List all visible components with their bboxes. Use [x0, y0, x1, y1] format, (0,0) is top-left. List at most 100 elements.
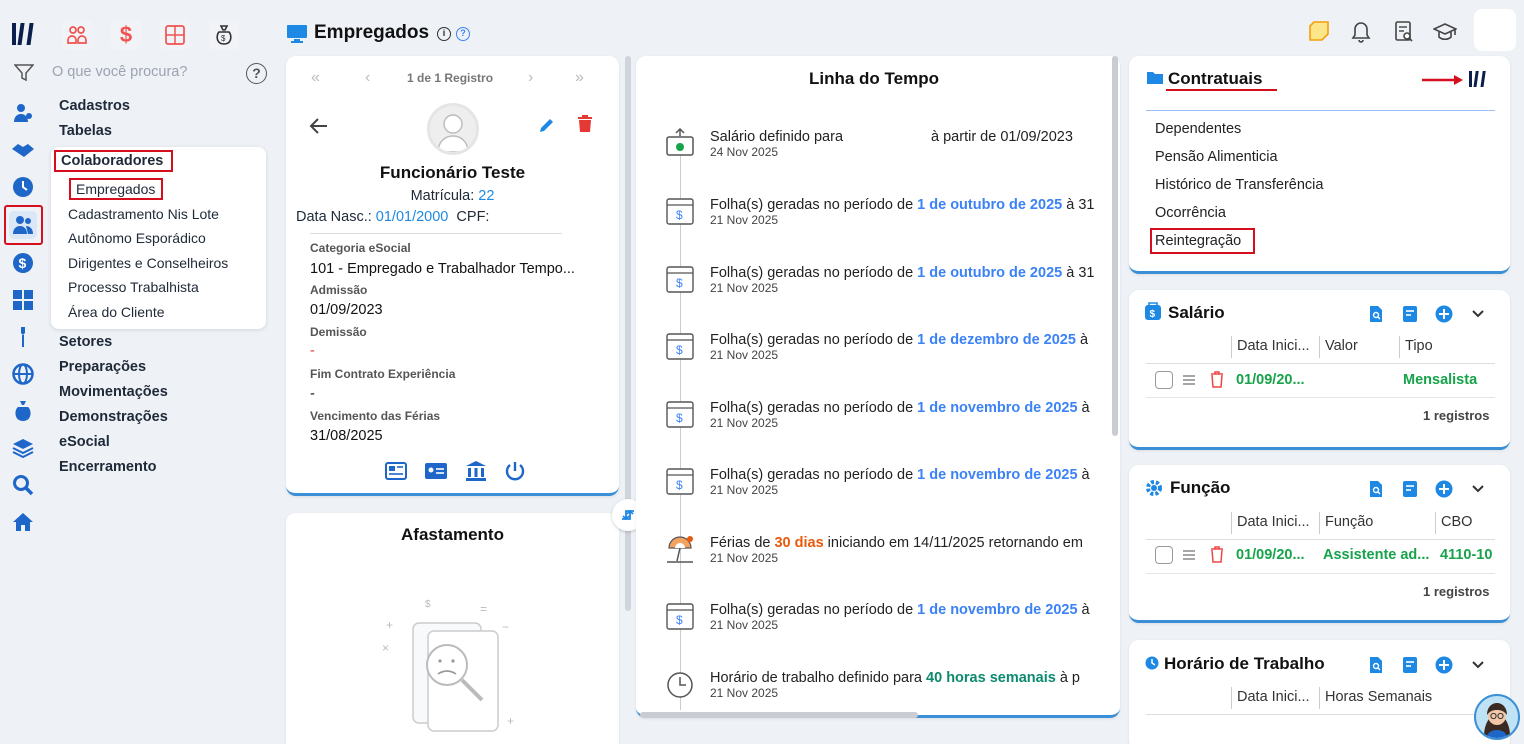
- payroll-document-icon: $: [665, 331, 695, 361]
- submenu-area-do-cliente[interactable]: Área do Cliente: [68, 304, 165, 320]
- timeline-item-text: Férias de 30 dias iniciando em 14/11/202…: [710, 535, 1110, 551]
- bank-icon[interactable]: [465, 460, 487, 482]
- power-icon[interactable]: [504, 460, 526, 482]
- salario-header-data[interactable]: Data Inici...: [1237, 338, 1310, 354]
- link-dependentes[interactable]: Dependentes: [1155, 121, 1241, 137]
- salario-collapse-chevron-icon[interactable]: [1468, 304, 1488, 324]
- last-page-button[interactable]: »: [575, 69, 584, 87]
- funcao-row-checkbox[interactable]: [1155, 546, 1173, 564]
- users-shortcut-icon[interactable]: [62, 20, 92, 50]
- tools-rail-icon[interactable]: [10, 324, 36, 350]
- layers-rail-icon[interactable]: [10, 435, 36, 461]
- next-page-button[interactable]: ›: [528, 69, 533, 87]
- timeline-item-text: Folha(s) geradas no período de 1 de outu…: [710, 197, 1110, 213]
- funcao-title: Função: [1170, 478, 1231, 497]
- prev-page-button[interactable]: ‹: [365, 69, 370, 87]
- menu-item-cadastros[interactable]: Cadastros: [59, 98, 130, 114]
- handshake-rail-icon[interactable]: [10, 137, 36, 163]
- link-ocorrencia[interactable]: Ocorrência: [1155, 205, 1226, 221]
- menu-item-encerramento[interactable]: Encerramento: [59, 459, 157, 475]
- bell-icon[interactable]: [1351, 21, 1371, 43]
- dollar-shortcut-icon[interactable]: $: [111, 20, 141, 50]
- help-icon[interactable]: ?: [246, 63, 267, 84]
- horario-search-doc-icon[interactable]: [1366, 655, 1386, 675]
- salario-header-tipo[interactable]: Tipo: [1405, 338, 1433, 354]
- funcao-report-icon[interactable]: [1400, 479, 1420, 499]
- submenu-autonomo-esporadico[interactable]: Autônomo Esporádico: [68, 230, 206, 246]
- salario-row-border: [1146, 397, 1495, 398]
- horario-report-icon[interactable]: [1400, 655, 1420, 675]
- filter-icon[interactable]: [14, 64, 34, 82]
- timeline-item-highlight: 40 horas semanais: [926, 670, 1056, 686]
- salario-add-icon[interactable]: [1434, 304, 1454, 324]
- document-search-icon[interactable]: [1394, 21, 1414, 43]
- salario-report-icon[interactable]: [1400, 304, 1420, 324]
- calculator-rail-icon[interactable]: [10, 287, 36, 313]
- funcao-header-data[interactable]: Data Inici...: [1237, 514, 1310, 530]
- funcao-collapse-chevron-icon[interactable]: [1468, 479, 1488, 499]
- menu-item-setores[interactable]: Setores: [59, 334, 112, 350]
- timeline-item-highlight: 1 de outubro de 2025: [917, 265, 1063, 281]
- assistant-avatar[interactable]: [1474, 694, 1520, 740]
- menu-item-tabelas[interactable]: Tabelas: [59, 123, 112, 139]
- menu-item-colaboradores[interactable]: Colaboradores: [61, 153, 163, 169]
- info-icon[interactable]: i: [437, 27, 451, 41]
- search-input[interactable]: O que você procura?: [52, 64, 242, 84]
- link-reintegracao[interactable]: Reintegração: [1155, 233, 1241, 249]
- menu-item-demonstracoes[interactable]: Demonstrações: [59, 409, 168, 425]
- horario-collapse-chevron-icon[interactable]: [1468, 655, 1488, 675]
- timeline-scrollbar[interactable]: [1112, 56, 1118, 436]
- horario-header-horas[interactable]: Horas Semanais: [1325, 689, 1432, 705]
- funcao-search-doc-icon[interactable]: [1366, 479, 1386, 499]
- edit-icon[interactable]: [538, 116, 556, 134]
- graduation-cap-icon[interactable]: [1433, 23, 1457, 41]
- menu-item-movimentacoes[interactable]: Movimentações: [59, 384, 168, 400]
- drag-handle-icon[interactable]: [1182, 374, 1196, 386]
- colaboradores-rail-icon[interactable]: [9, 211, 37, 239]
- menu-item-preparacoes[interactable]: Preparações: [59, 359, 146, 375]
- matricula-row: Matrícula: 22: [286, 188, 619, 204]
- timeline-item-date: 21 Nov 2025: [710, 416, 779, 430]
- horario-header-data[interactable]: Data Inici...: [1237, 689, 1310, 705]
- page-title: Empregados: [314, 22, 430, 43]
- dollar-rail-icon[interactable]: $: [10, 250, 36, 276]
- menu-item-esocial[interactable]: eSocial: [59, 434, 110, 450]
- row-delete-icon[interactable]: [1210, 371, 1224, 388]
- clock-rail-icon[interactable]: [10, 174, 36, 200]
- link-historico-transferencia[interactable]: Histórico de Transferência: [1155, 177, 1323, 193]
- submenu-processo-trabalhista[interactable]: Processo Trabalhista: [68, 279, 199, 295]
- salario-search-doc-icon[interactable]: [1366, 304, 1386, 324]
- globe-rail-icon[interactable]: [10, 361, 36, 387]
- id-card-icon[interactable]: [424, 461, 448, 481]
- svg-text:$: $: [676, 478, 683, 492]
- submenu-dirigentes-conselheiros[interactable]: Dirigentes e Conselheiros: [68, 255, 228, 271]
- user-avatar-box[interactable]: [1474, 9, 1516, 51]
- submenu-cadastramento-nis-lote[interactable]: Cadastramento Nis Lote: [68, 206, 219, 222]
- first-page-button[interactable]: «: [311, 69, 320, 87]
- money-bag-shortcut-icon[interactable]: $: [209, 20, 239, 50]
- submenu-empregados[interactable]: Empregados: [76, 181, 155, 197]
- calculator-shortcut-icon[interactable]: [160, 20, 190, 50]
- link-pensao-alimenticia[interactable]: Pensão Alimenticia: [1155, 149, 1278, 165]
- back-arrow-icon[interactable]: [309, 117, 329, 135]
- horario-add-icon[interactable]: [1434, 655, 1454, 675]
- money-bag-rail-icon[interactable]: [10, 398, 36, 424]
- search-rail-icon[interactable]: [10, 472, 36, 498]
- home-rail-icon[interactable]: [10, 509, 36, 535]
- brand-logo[interactable]: [10, 20, 38, 48]
- help-circle-icon[interactable]: ?: [456, 27, 470, 41]
- funcao-header-funcao[interactable]: Função: [1325, 514, 1373, 530]
- row-delete-icon[interactable]: [1210, 546, 1224, 563]
- fim-contrato-label: Fim Contrato Experiência: [310, 367, 456, 381]
- funcao-add-icon[interactable]: [1434, 479, 1454, 499]
- salario-row-checkbox[interactable]: [1155, 371, 1173, 389]
- vencimento-ferias-value: 31/08/2025: [310, 428, 383, 444]
- delete-icon[interactable]: [577, 115, 593, 133]
- timeline-h-scrollbar[interactable]: [640, 712, 918, 718]
- funcao-header-cbo[interactable]: CBO: [1441, 514, 1472, 530]
- salario-header-valor[interactable]: Valor: [1325, 338, 1358, 354]
- cadastros-rail-icon[interactable]: [10, 100, 36, 126]
- drag-handle-icon[interactable]: [1182, 549, 1196, 561]
- newspaper-icon[interactable]: [385, 461, 407, 481]
- notes-icon[interactable]: [1308, 20, 1330, 42]
